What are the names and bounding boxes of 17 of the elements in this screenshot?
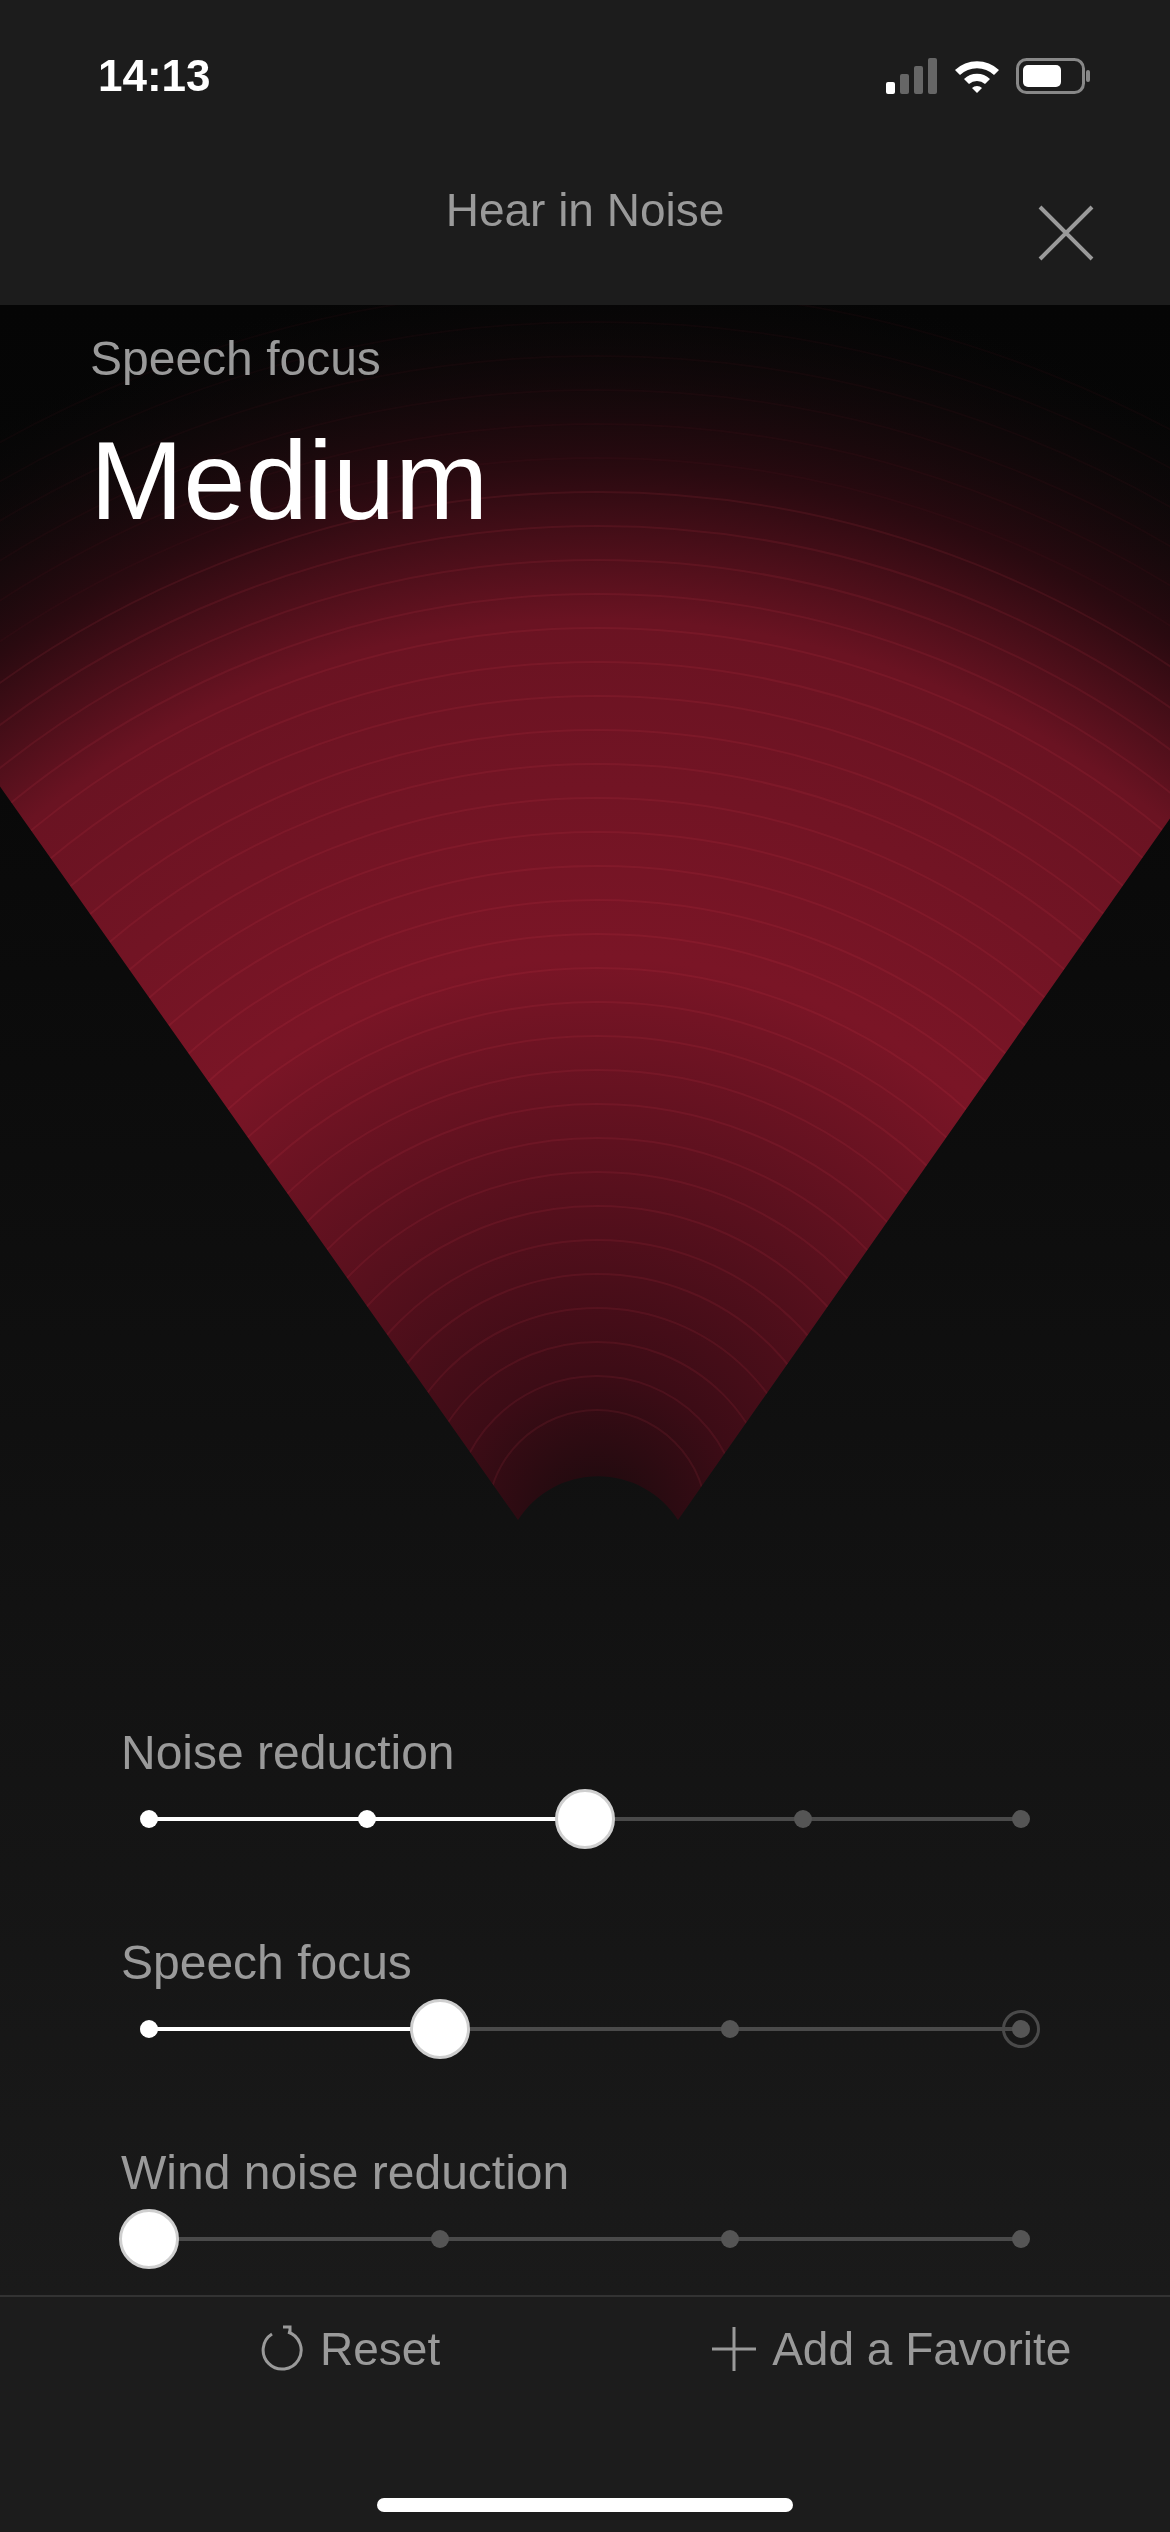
plus-icon [712, 2327, 757, 2371]
slider-thumb[interactable] [119, 2209, 179, 2269]
signal-icon [886, 58, 938, 94]
slider-label: Wind noise reduction [121, 2149, 571, 2197]
focus-label: Speech focus [90, 335, 382, 383]
slider-label: Noise reduction [121, 1729, 456, 1777]
add-favorite-button[interactable]: Add a Favorite [712, 2314, 1072, 2384]
close-icon [1038, 205, 1094, 261]
step-ring-icon [1002, 2010, 1040, 2048]
slider-label: Speech focus [121, 1939, 413, 1987]
close-button[interactable] [1038, 205, 1094, 261]
screen-title: Hear in Noise [445, 183, 725, 238]
reset-button[interactable]: Reset [258, 2314, 441, 2384]
slider-thumb[interactable] [555, 1789, 615, 1849]
focus-value: Medium [90, 425, 490, 537]
battery-icon [1016, 58, 1090, 94]
status-time: 14:13 [98, 50, 211, 102]
